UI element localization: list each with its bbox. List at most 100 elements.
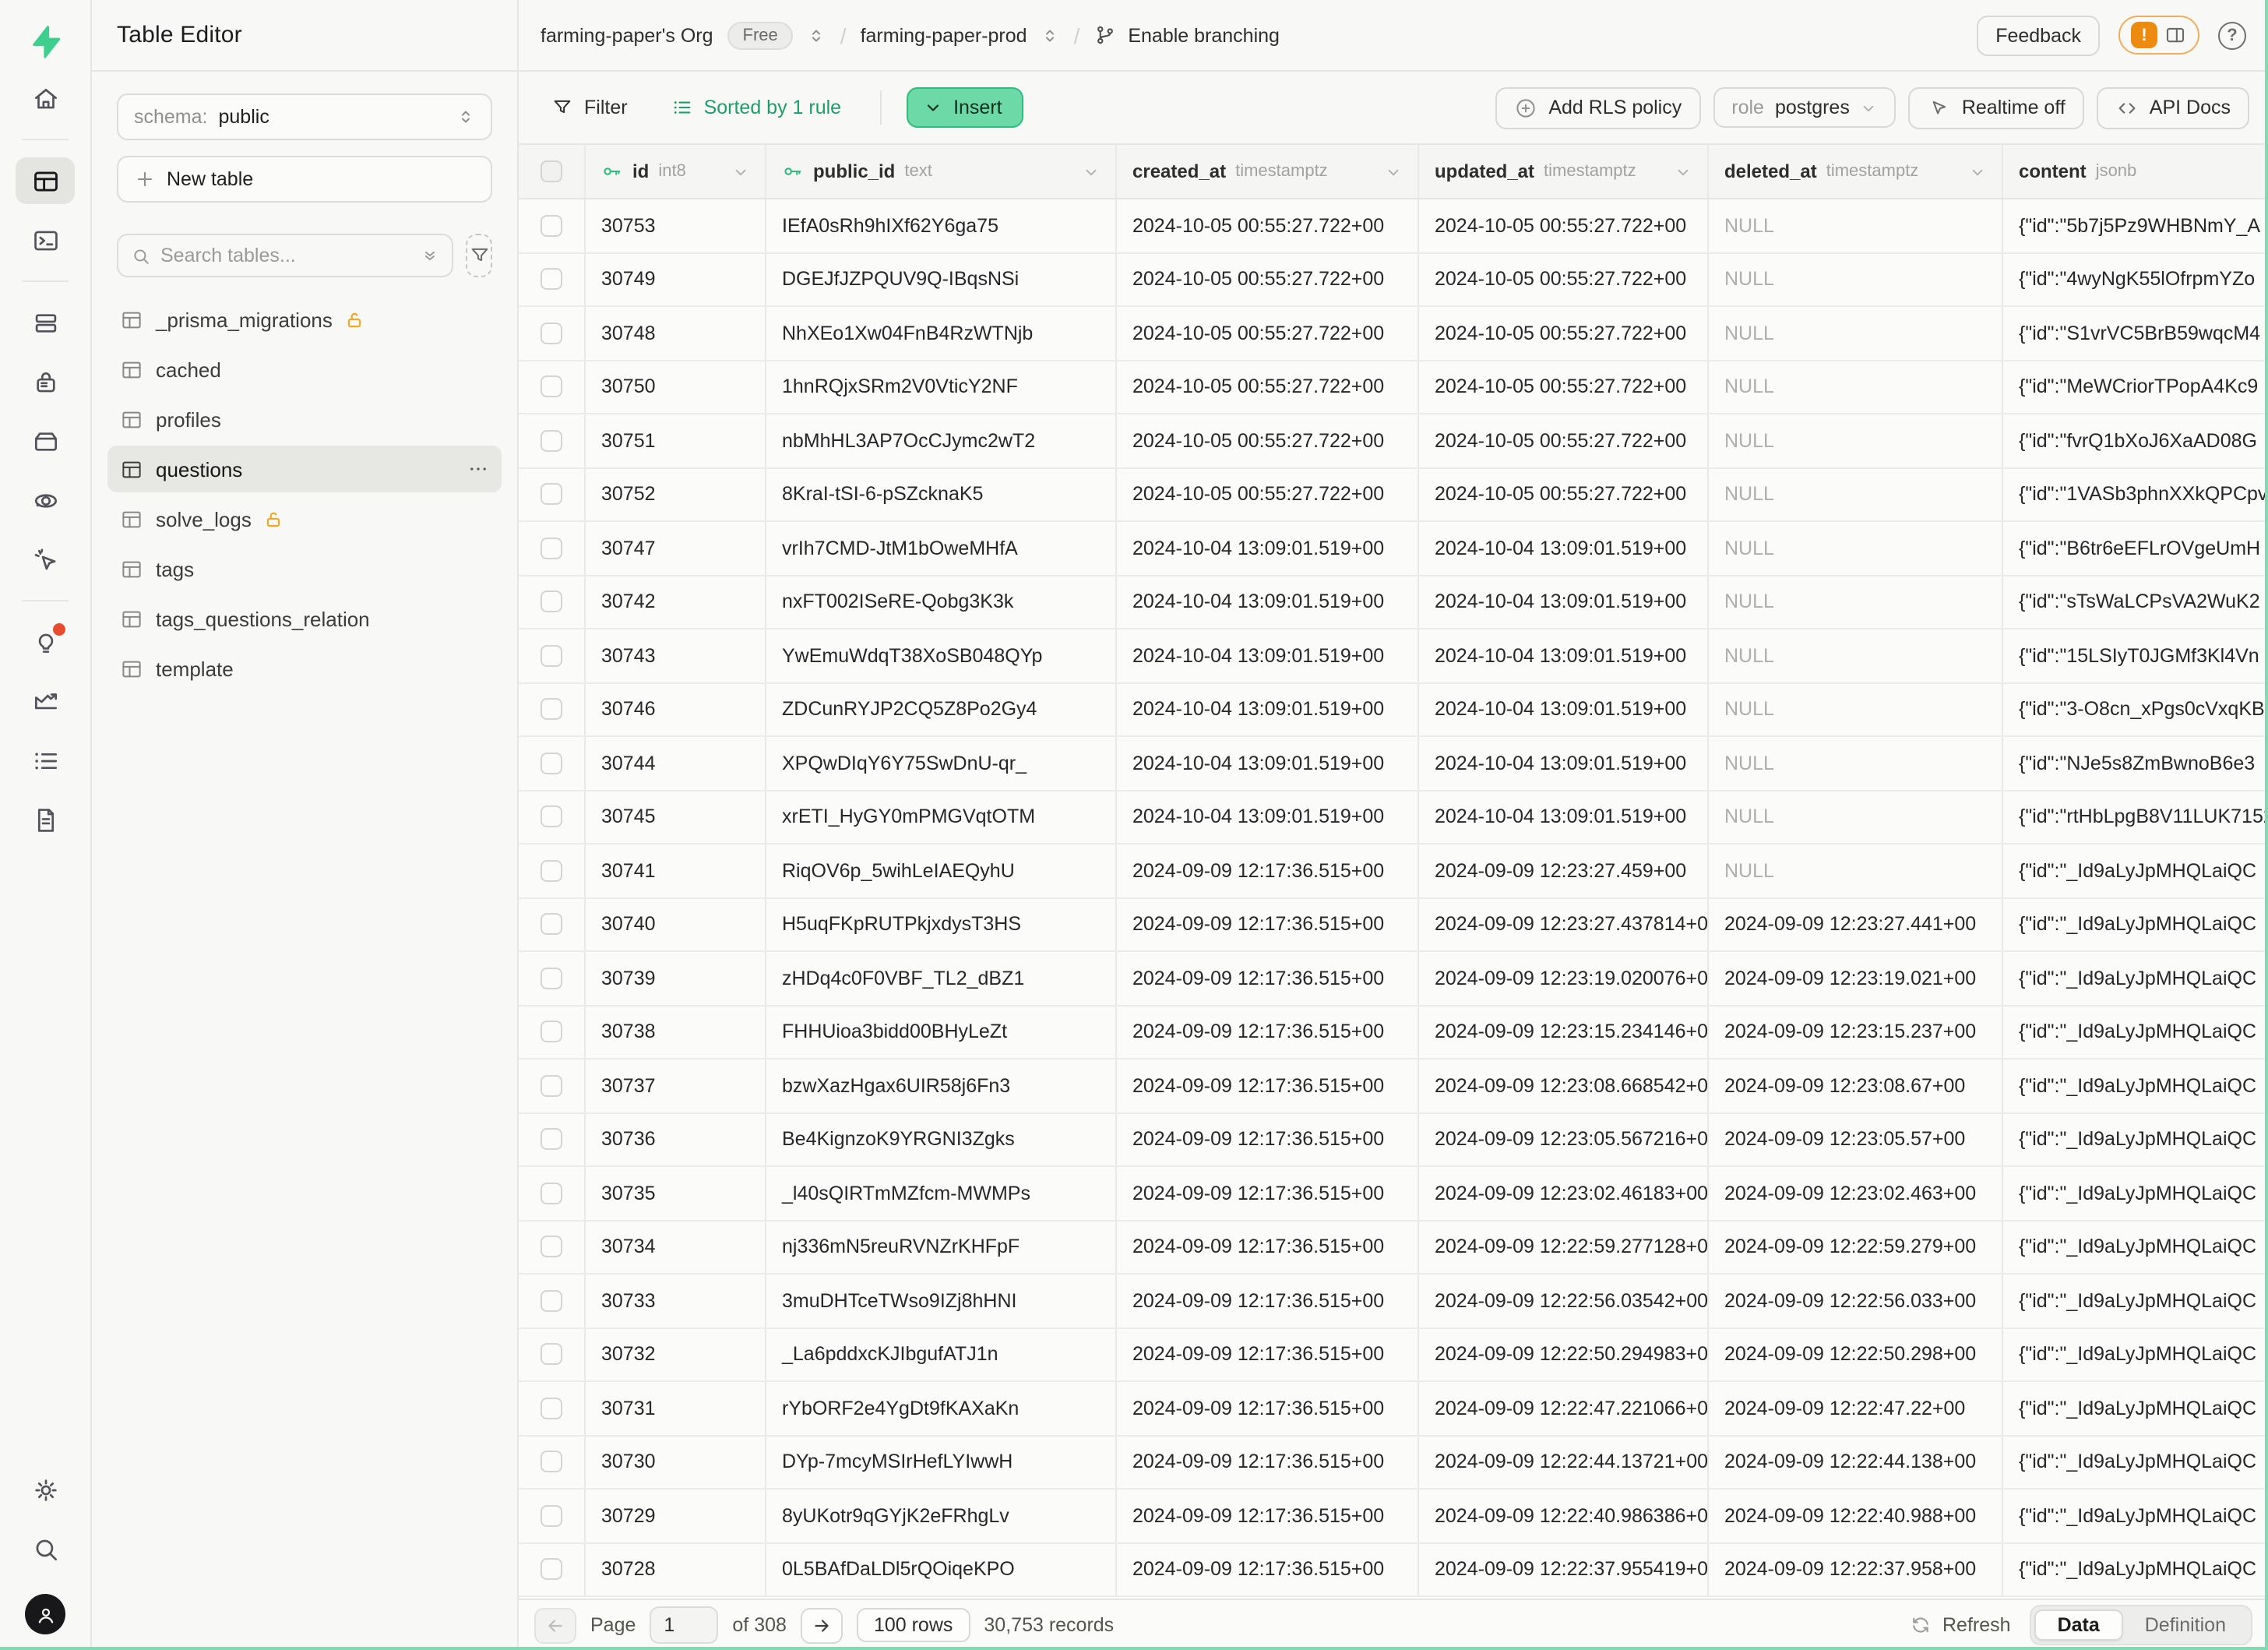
role-select[interactable]: role postgres	[1713, 87, 1896, 128]
cell-public_id[interactable]: nxFT002ISeRE-Qobg3K3k	[766, 576, 1117, 628]
row-checkbox[interactable]	[541, 860, 562, 882]
cell-content[interactable]: {"id":"_Id9aLyJpMHQLaiQC	[2003, 1436, 2268, 1488]
cell-public_id[interactable]: IEfA0sRh9hIXf62Y6ga75	[766, 199, 1117, 252]
column-header-updated_at[interactable]: updated_attimestamptz	[1419, 145, 1709, 198]
filter-button[interactable]: Filter	[537, 89, 642, 126]
row-checkbox[interactable]	[541, 1398, 562, 1419]
cell-id[interactable]: 30751	[586, 414, 766, 467]
cell-updated_at[interactable]: 2024-10-04 13:09:01.519+00	[1419, 576, 1709, 628]
cell-deleted_at[interactable]: 2024-09-09 12:23:02.463+00	[1709, 1167, 2003, 1219]
cell-id[interactable]: 30750	[586, 361, 766, 413]
realtime-icon[interactable]	[16, 536, 75, 583]
row-checkbox[interactable]	[541, 1344, 562, 1366]
cell-public_id[interactable]: 0L5BAfDaLDl5rQOiqeKPO	[766, 1543, 1117, 1595]
cell-public_id[interactable]: FHHUioa3bidd00BHyLeZt	[766, 1006, 1117, 1058]
cell-updated_at[interactable]: 2024-09-09 12:23:02.46183+00	[1419, 1167, 1709, 1219]
cell-public_id[interactable]: DYp-7mcyMSIrHefLYIwwH	[766, 1436, 1117, 1488]
cell-updated_at[interactable]: 2024-09-09 12:22:40.986386+00	[1419, 1490, 1709, 1542]
cell-deleted_at[interactable]: NULL	[1709, 791, 2003, 843]
cell-updated_at[interactable]: 2024-09-09 12:22:47.221066+00	[1419, 1382, 1709, 1434]
cell-updated_at[interactable]: 2024-09-09 12:23:05.567216+00	[1419, 1113, 1709, 1165]
column-header-created_at[interactable]: created_attimestamptz	[1117, 145, 1419, 198]
row-checkbox[interactable]	[541, 1129, 562, 1151]
row-checkbox[interactable]	[541, 215, 562, 237]
cell-public_id[interactable]: ZDCunRYJP2CQ5Z8Po2Gy4	[766, 683, 1117, 735]
cell-updated_at[interactable]: 2024-10-05 00:55:27.722+00	[1419, 253, 1709, 305]
table-editor-icon[interactable]	[16, 157, 75, 204]
cell-id[interactable]: 30743	[586, 629, 766, 682]
cell-deleted_at[interactable]: 2024-09-09 12:23:05.57+00	[1709, 1113, 2003, 1165]
cell-public_id[interactable]: YwEmuWdqT38XoSB048QYp	[766, 629, 1117, 682]
cell-id[interactable]: 30737	[586, 1059, 766, 1112]
cell-created_at[interactable]: 2024-10-05 00:55:27.722+00	[1117, 307, 1419, 359]
cell-created_at[interactable]: 2024-09-09 12:17:36.515+00	[1117, 844, 1419, 897]
row-checkbox[interactable]	[541, 1021, 562, 1043]
cell-id[interactable]: 30736	[586, 1113, 766, 1165]
cell-id[interactable]: 30740	[586, 898, 766, 950]
cell-deleted_at[interactable]: NULL	[1709, 307, 2003, 359]
row-checkbox[interactable]	[541, 806, 562, 828]
cell-content[interactable]: {"id":"_Id9aLyJpMHQLaiQC	[2003, 952, 2268, 1004]
cell-content[interactable]: {"id":"rtHbLpgB8V11LUK7152	[2003, 791, 2268, 843]
sidebar-item-table-cached[interactable]: cached	[107, 346, 502, 393]
cell-content[interactable]: {"id":"_Id9aLyJpMHQLaiQC	[2003, 1221, 2268, 1273]
cell-public_id[interactable]: _l40sQIRTmMZfcm-MWMPs	[766, 1167, 1117, 1219]
refresh-button[interactable]: Refresh	[1910, 1614, 2011, 1636]
cell-deleted_at[interactable]: 2024-09-09 12:22:44.138+00	[1709, 1436, 2003, 1488]
cell-public_id[interactable]: rYbORF2e4YgDt9fKAXaKn	[766, 1382, 1117, 1434]
cell-updated_at[interactable]: 2024-10-05 00:55:27.722+00	[1419, 414, 1709, 467]
cell-created_at[interactable]: 2024-10-04 13:09:01.519+00	[1117, 629, 1419, 682]
project-switcher-icon[interactable]	[1041, 26, 1060, 44]
cell-updated_at[interactable]: 2024-09-09 12:22:50.294983+00	[1419, 1328, 1709, 1380]
cell-content[interactable]: {"id":"_Id9aLyJpMHQLaiQC	[2003, 1006, 2268, 1058]
cell-updated_at[interactable]: 2024-10-04 13:09:01.519+00	[1419, 791, 1709, 843]
cell-created_at[interactable]: 2024-10-05 00:55:27.722+00	[1117, 199, 1419, 252]
cell-deleted_at[interactable]: NULL	[1709, 199, 2003, 252]
cell-updated_at[interactable]: 2024-09-09 12:23:27.437814+00	[1419, 898, 1709, 950]
cell-id[interactable]: 30729	[586, 1490, 766, 1542]
cell-created_at[interactable]: 2024-09-09 12:17:36.515+00	[1117, 1543, 1419, 1595]
reports-icon[interactable]	[16, 678, 75, 725]
cell-content[interactable]: {"id":"_Id9aLyJpMHQLaiQC	[2003, 1328, 2268, 1380]
cell-updated_at[interactable]: 2024-10-05 00:55:27.722+00	[1419, 307, 1709, 359]
cell-id[interactable]: 30733	[586, 1275, 766, 1327]
cell-created_at[interactable]: 2024-09-09 12:17:36.515+00	[1117, 898, 1419, 950]
settings-gear-icon[interactable]	[16, 1466, 75, 1513]
filter-tables-button[interactable]	[466, 234, 492, 277]
cell-content[interactable]: {"id":"4wyNgK55lOfrpmYZo	[2003, 253, 2268, 305]
cell-content[interactable]: {"id":"5b7j5Pz9WHBNmY_A	[2003, 199, 2268, 252]
cell-created_at[interactable]: 2024-10-04 13:09:01.519+00	[1117, 683, 1419, 735]
sidebar-item-table-questions[interactable]: questions	[107, 446, 502, 492]
supabase-logo-icon[interactable]	[16, 16, 75, 69]
row-checkbox[interactable]	[541, 376, 562, 398]
cell-public_id[interactable]: 8yUKotr9qGYjK2eFRhgLv	[766, 1490, 1117, 1542]
realtime-toggle-button[interactable]: Realtime off	[1909, 86, 2084, 129]
cell-content[interactable]: {"id":"_Id9aLyJpMHQLaiQC	[2003, 1167, 2268, 1219]
cell-created_at[interactable]: 2024-10-04 13:09:01.519+00	[1117, 737, 1419, 789]
column-menu-icon[interactable]	[1675, 163, 1692, 180]
cell-created_at[interactable]: 2024-09-09 12:17:36.515+00	[1117, 1490, 1419, 1542]
cell-updated_at[interactable]: 2024-09-09 12:23:27.459+00	[1419, 844, 1709, 897]
add-rls-policy-button[interactable]: Add RLS policy	[1495, 86, 1700, 129]
cell-public_id[interactable]: bzwXazHgax6UIR58j6Fn3	[766, 1059, 1117, 1112]
cell-deleted_at[interactable]: NULL	[1709, 683, 2003, 735]
column-header-deleted_at[interactable]: deleted_attimestamptz	[1709, 145, 2003, 198]
cell-deleted_at[interactable]: 2024-09-09 12:22:40.988+00	[1709, 1490, 2003, 1542]
cell-updated_at[interactable]: 2024-09-09 12:22:37.955419+00	[1419, 1543, 1709, 1595]
cell-updated_at[interactable]: 2024-09-09 12:23:19.020076+00	[1419, 952, 1709, 1004]
cell-deleted_at[interactable]: NULL	[1709, 414, 2003, 467]
cell-content[interactable]: {"id":"3-O8cn_xPgs0cVxqKB	[2003, 683, 2268, 735]
user-avatar[interactable]	[25, 1594, 65, 1634]
row-checkbox[interactable]	[541, 1236, 562, 1258]
cell-created_at[interactable]: 2024-09-09 12:17:36.515+00	[1117, 1221, 1419, 1273]
cell-public_id[interactable]: nbMhHL3AP7OcCJymc2wT2	[766, 414, 1117, 467]
project-breadcrumb[interactable]: farming-paper-prod	[861, 24, 1027, 46]
cell-content[interactable]: {"id":"15LSIyT0JGMf3Kl4Vn	[2003, 629, 2268, 682]
sort-button[interactable]: Sorted by 1 rule	[657, 89, 856, 126]
cell-id[interactable]: 30752	[586, 468, 766, 520]
cell-public_id[interactable]: Be4KignzoK9YRGNI3Zgks	[766, 1113, 1117, 1165]
cell-deleted_at[interactable]: 2024-09-09 12:23:27.441+00	[1709, 898, 2003, 950]
cell-created_at[interactable]: 2024-10-05 00:55:27.722+00	[1117, 414, 1419, 467]
cell-deleted_at[interactable]: NULL	[1709, 576, 2003, 628]
row-checkbox[interactable]	[541, 968, 562, 989]
